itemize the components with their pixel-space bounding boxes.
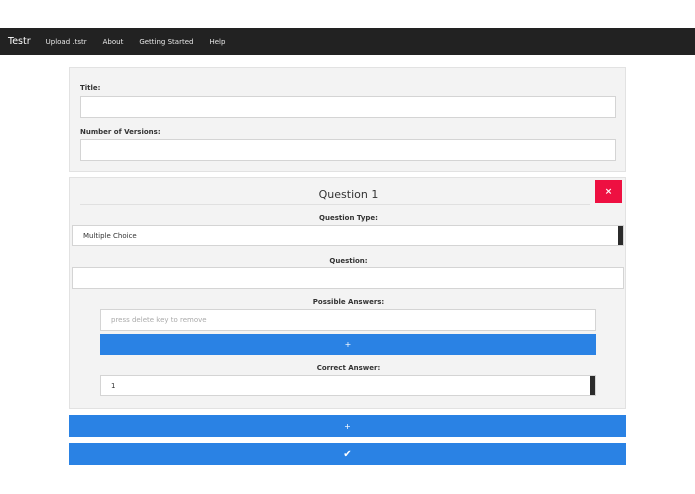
nav-help-link[interactable]: Help	[209, 38, 225, 46]
title-input[interactable]	[80, 96, 616, 118]
question-type-label: Question Type:	[319, 214, 378, 222]
remove-question-button[interactable]: ×	[595, 180, 622, 203]
versions-input[interactable]	[80, 139, 616, 161]
plus-icon: +	[344, 340, 352, 349]
question-text-label: Question:	[329, 257, 368, 265]
question-type-value: Multiple Choice	[83, 231, 137, 240]
possible-answers-input[interactable]	[100, 309, 596, 331]
select-scroll-handle[interactable]	[590, 376, 595, 395]
possible-answers-label: Possible Answers:	[312, 298, 385, 306]
plus-icon: +	[344, 421, 351, 431]
brand-link[interactable]: Testr	[0, 36, 46, 47]
test-details-panel: Title: Number of Versions:	[69, 67, 626, 172]
top-navbar: Testr Upload .tstr About Getting Started…	[0, 28, 695, 55]
add-question-button[interactable]: +	[69, 415, 626, 437]
checkmark-icon: ✔	[343, 448, 352, 460]
question-divider	[80, 204, 590, 205]
nav-upload-link[interactable]: Upload .tstr	[46, 38, 87, 46]
add-answer-button[interactable]: +	[100, 334, 596, 355]
title-label: Title:	[80, 84, 101, 92]
question-type-select[interactable]: Multiple Choice	[72, 225, 624, 246]
correct-answer-select[interactable]: 1	[100, 375, 596, 396]
nav-about-link[interactable]: About	[103, 38, 124, 46]
question-heading: Question 1	[318, 188, 379, 201]
question-text-input[interactable]	[72, 267, 624, 289]
select-scroll-handle[interactable]	[618, 226, 623, 245]
submit-test-button[interactable]: ✔	[69, 443, 626, 465]
correct-answer-label: Correct Answer:	[316, 364, 381, 372]
versions-label: Number of Versions:	[80, 128, 161, 136]
question-panel: Question 1 × Question Type: Multiple Cho…	[69, 177, 626, 409]
nav-getting-started-link[interactable]: Getting Started	[139, 38, 193, 46]
close-icon: ×	[604, 186, 613, 197]
correct-answer-value: 1	[111, 381, 116, 390]
